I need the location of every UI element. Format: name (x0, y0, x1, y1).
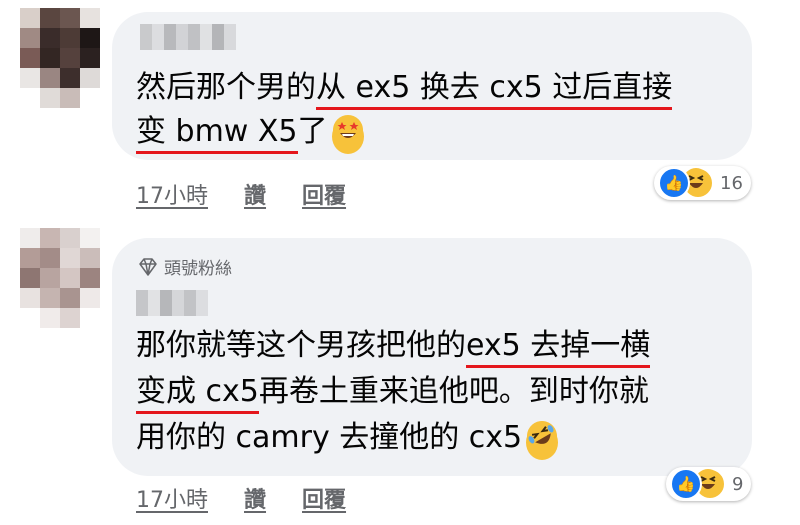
comment-line: 变成 cx5再卷土重来追他吧。到时你就 (136, 372, 649, 414)
like-button[interactable]: 讚 (244, 178, 266, 210)
comment-text: 那你就等这个男孩把他的ex5 去掉一横 变成 cx5再卷土重来追他吧。到时你就 … (136, 326, 736, 466)
avatar[interactable] (20, 8, 100, 108)
comment-line: 那你就等这个男孩把他的ex5 去掉一横 (136, 326, 651, 368)
comment-actions: 17小時 讚 回覆 (136, 482, 346, 514)
comment-actions: 17小時 讚 回覆 (136, 178, 346, 210)
comment-bubble: 然后那个男的从 ex5 换去 cx5 过后直接 变 bmw X5了 (112, 12, 752, 160)
star-struck-emoji (331, 115, 364, 154)
text-segment: 那你就等这个男孩把他的 (136, 328, 466, 363)
badge-label: 頭號粉絲 (164, 259, 232, 279)
commenter-name-blurred[interactable] (140, 24, 236, 50)
text-segment: 再卷土重来追他吧。到时你就 (258, 374, 649, 409)
like-reaction-icon: 👍 (670, 468, 702, 500)
underlined-segment: ex5 去掉一横 (466, 328, 651, 368)
timestamp-link[interactable]: 17小時 (136, 178, 208, 210)
top-fan-badge[interactable]: 頭號粉絲 (138, 254, 232, 279)
reaction-summary[interactable]: 👍 9 (666, 467, 752, 501)
like-reaction-icon: 👍 (658, 167, 690, 199)
comment-bubble: 頭號粉絲 那你就等这个男孩把他的ex5 去掉一横 变成 cx5再卷土重来追他吧。… (112, 238, 752, 476)
avatar[interactable] (20, 228, 100, 328)
reply-button[interactable]: 回覆 (302, 482, 346, 514)
comment-text: 然后那个男的从 ex5 换去 cx5 过后直接 变 bmw X5了 (136, 68, 736, 158)
reaction-summary[interactable]: 👍 16 (654, 166, 751, 200)
comment-line: 用你的 camry 去撞他的 cx5 (136, 418, 559, 463)
text-segment: 然后那个男的 (136, 70, 316, 105)
comment-line: 变 bmw X5了 (136, 112, 364, 157)
underlined-segment: 从 ex5 换去 cx5 过后直接 (316, 70, 673, 110)
reaction-count: 9 (732, 473, 744, 495)
text-segment: 了 (297, 114, 328, 149)
diamond-icon (139, 257, 157, 276)
underlined-segment: 变 bmw X5 (136, 114, 298, 154)
reply-button[interactable]: 回覆 (302, 178, 346, 210)
like-button[interactable]: 讚 (244, 482, 266, 514)
reaction-count: 16 (720, 172, 743, 194)
rolling-laughing-emoji (526, 421, 559, 460)
underlined-segment: 变成 cx5 (136, 374, 259, 414)
comment-line: 然后那个男的从 ex5 换去 cx5 过后直接 (136, 68, 673, 110)
timestamp-link[interactable]: 17小時 (136, 482, 208, 514)
text-segment: 用你的 camry 去撞他的 cx5 (136, 420, 523, 455)
commenter-name-blurred[interactable] (136, 290, 208, 316)
